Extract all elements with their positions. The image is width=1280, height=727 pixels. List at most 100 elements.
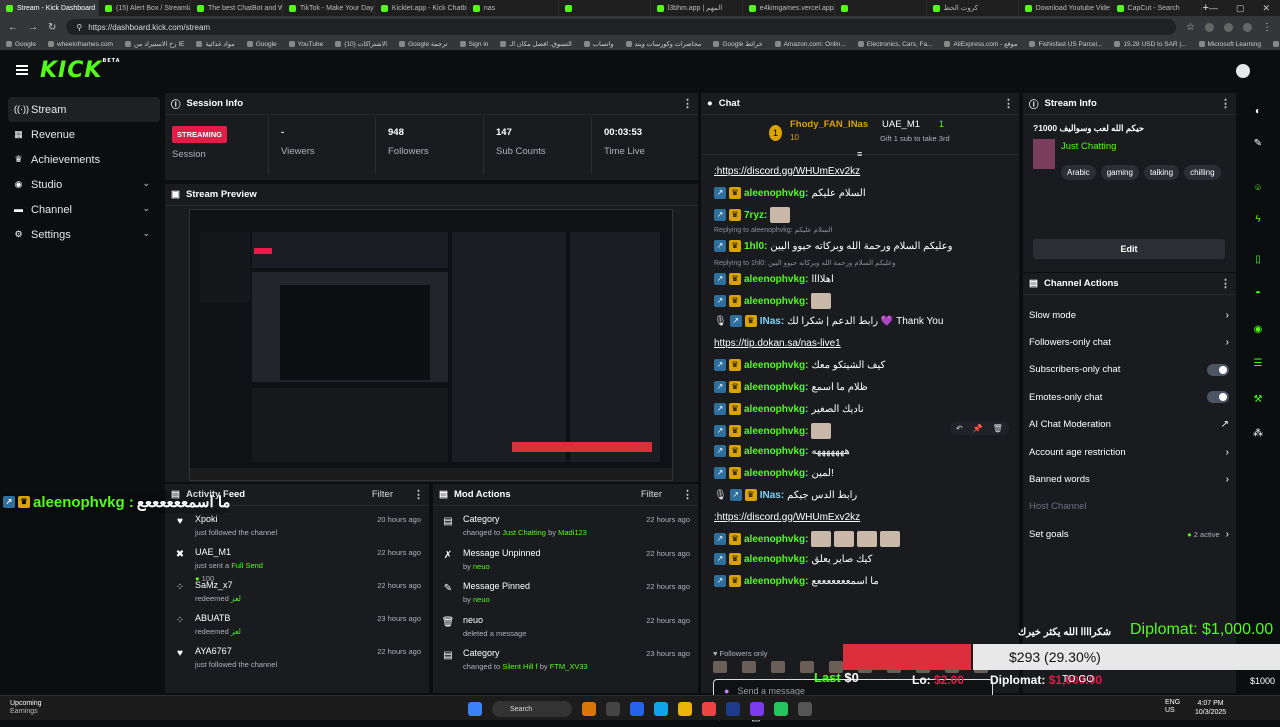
activity-user[interactable]: AYA6767 [195,646,232,656]
chat-username[interactable]: aleenophvkg: [744,360,808,371]
edge-icon[interactable] [654,702,668,716]
moon-icon[interactable]: ◐ [1247,101,1269,123]
browser-tab[interactable]: TikTok - Make Your Day [283,0,375,16]
more-options-icon[interactable]: ⋮ [413,488,424,501]
activity-user[interactable]: UAE_M1 [195,547,231,557]
bookmark-item[interactable]: Microsoft Learning [1198,41,1261,48]
chat-username[interactable]: aleenophvkg: [744,576,808,587]
more-options-icon[interactable]: ⋮ [682,488,693,501]
browser-tab[interactable]: Kicklet.app - Kick Chatbot a... [375,0,467,16]
filter-button[interactable]: Filter [372,489,393,500]
bookmark-item[interactable]: Google ترجمة [399,40,448,48]
external-link-icon[interactable]: ↗ [1221,419,1229,430]
chat-link[interactable]: https://tip.dokan.sa/nas-live1 [714,338,841,349]
emote-icon[interactable] [713,661,727,673]
taskbar-search[interactable]: Search [492,701,572,717]
chat-username[interactable]: 1hl0: [744,241,767,252]
bookmark-item[interactable]: Google خرائط [713,40,763,48]
windows-start-icon[interactable] [468,702,482,716]
chrome-icon[interactable] [774,702,788,716]
browser-tab[interactable]: nas [467,0,559,16]
site-info-icon[interactable]: ⚲ [76,23,82,32]
chevron-right-icon[interactable]: › [1226,310,1229,321]
wrench-icon[interactable]: ⚒ [1247,389,1269,411]
chat-username[interactable]: aleenophvkg: [744,188,808,199]
browser-tab[interactable]: e4kimgames.vercel.app/gam [743,0,835,16]
sidebar-item-achievements[interactable]: ♛ Achievements [8,147,160,172]
chat-username[interactable]: aleenophvkg: [744,382,808,393]
edit-button[interactable]: Edit [1033,239,1225,259]
sidebar-item-stream[interactable]: ((·)) Stream [8,97,160,122]
more-options-icon[interactable]: ⋮ [682,97,693,110]
action-emotes-only-chat[interactable]: Emotes-only chat [1029,388,1229,406]
document-icon[interactable]: ▯ [1247,249,1269,271]
network-icon[interactable]: ⁂ [1247,423,1269,445]
action-subscribers-only-chat[interactable]: Subscribers-only chat [1029,361,1229,379]
chat-username[interactable]: INas: [760,490,784,501]
app-icon[interactable] [582,702,596,716]
category-name[interactable]: Just Chatting [1061,141,1116,152]
task-view-icon[interactable] [606,702,620,716]
bookmark-item[interactable]: Electronics, Cars, Fa... [857,41,932,48]
language-indicator[interactable]: ENG US [1165,699,1180,715]
chevron-down-icon[interactable]: ⌄ [142,228,150,239]
camera-icon[interactable]: ⌾ [1247,178,1269,200]
tag-pill[interactable]: chilling [1184,165,1221,180]
bookmark-item[interactable]: wheelofnames.com [47,41,113,48]
bookmark-item[interactable]: AliExpress.com - موقع [944,40,1017,48]
bookmark-item[interactable]: Amazon.com: Onlin... [774,41,846,48]
chat-bubble-icon[interactable]: ◓ [1247,283,1269,305]
chevron-right-icon[interactable]: › [1226,447,1229,458]
tag-pill[interactable]: talking [1143,165,1180,180]
gifter-2-name[interactable]: UAE_M1 [882,119,920,130]
brave-icon[interactable] [702,702,716,716]
edit-icon[interactable]: ✎ [1247,133,1269,155]
chevron-right-icon[interactable]: › [1226,474,1229,485]
browser-tab[interactable] [559,0,651,16]
back-icon[interactable]: ← [8,22,18,33]
bookmark-item[interactable]: Google [246,41,277,48]
discord-icon[interactable] [750,702,764,716]
toggle-switch[interactable] [1207,391,1229,404]
broadcast-icon[interactable]: ◉ [1247,319,1269,341]
chevron-down-icon[interactable]: ⌄ [142,178,150,189]
bookmark-item[interactable]: Google [6,41,36,48]
bookmark-item[interactable]: YouTube [288,41,323,48]
more-options-icon[interactable]: ⋮ [1220,277,1231,290]
mod-action-highlight[interactable]: neuo [473,562,490,571]
chat-username[interactable]: aleenophvkg: [744,534,808,545]
mod-action-highlight[interactable]: neuo [473,595,490,604]
bookmark-item[interactable]: واتساب [583,40,614,48]
filter-button[interactable]: Filter [641,489,662,500]
sidebar-item-settings[interactable]: ⚙ Settings ⌄ [8,222,160,247]
kick-logo[interactable]: KICKBETA [40,58,121,83]
profile-avatar-icon[interactable] [1243,22,1252,32]
action-ai-chat-moderation[interactable]: AI Chat Moderation ↗ [1029,416,1229,434]
browser-tab[interactable]: l3bhm.app | المهم [651,0,743,16]
gifter-1-name[interactable]: Fhody_FAN_INas [790,119,868,130]
bookmark-item[interactable]: الكتب [1273,40,1280,48]
chat-username[interactable]: aleenophvkg: [744,296,808,307]
mod-action-user[interactable]: FTM_XV33 [550,662,588,671]
more-options-icon[interactable]: ⋮ [1003,97,1014,110]
bookmark-item[interactable]: 15.28 USD to SAR |... [1114,41,1187,48]
extension-icon[interactable] [1224,22,1233,32]
more-options-icon[interactable]: ⋮ [1220,97,1231,110]
bookmark-star-icon[interactable]: ☆ [1186,22,1195,33]
emote-icon[interactable] [742,661,756,673]
extension-icon[interactable] [1205,22,1214,32]
reload-icon[interactable]: ↻ [48,22,56,33]
steam-icon[interactable] [726,702,740,716]
bookmark-item[interactable]: Sign in [459,41,488,48]
bookmark-item[interactable]: Fishisfast US Parcel... [1029,41,1102,48]
toggle-switch[interactable] [1207,363,1229,376]
chat-link[interactable]: :https://discord.gg/WHUmExv2kz [714,166,860,177]
sidebar-item-studio[interactable]: ◉ Studio ⌄ [8,172,160,197]
minimize-icon[interactable]: — [1209,3,1218,14]
sidebar-item-channel[interactable]: ▬ Channel ⌄ [8,197,160,222]
browser-tab[interactable]: The best ChatBot and Widg... [191,0,283,16]
chat-username[interactable]: aleenophvkg: [744,274,808,285]
reply-icon[interactable]: ↶ [956,424,963,433]
layout-icon[interactable]: ☰ [1247,353,1269,375]
activity-user[interactable]: SaMz_x7 [195,580,233,590]
